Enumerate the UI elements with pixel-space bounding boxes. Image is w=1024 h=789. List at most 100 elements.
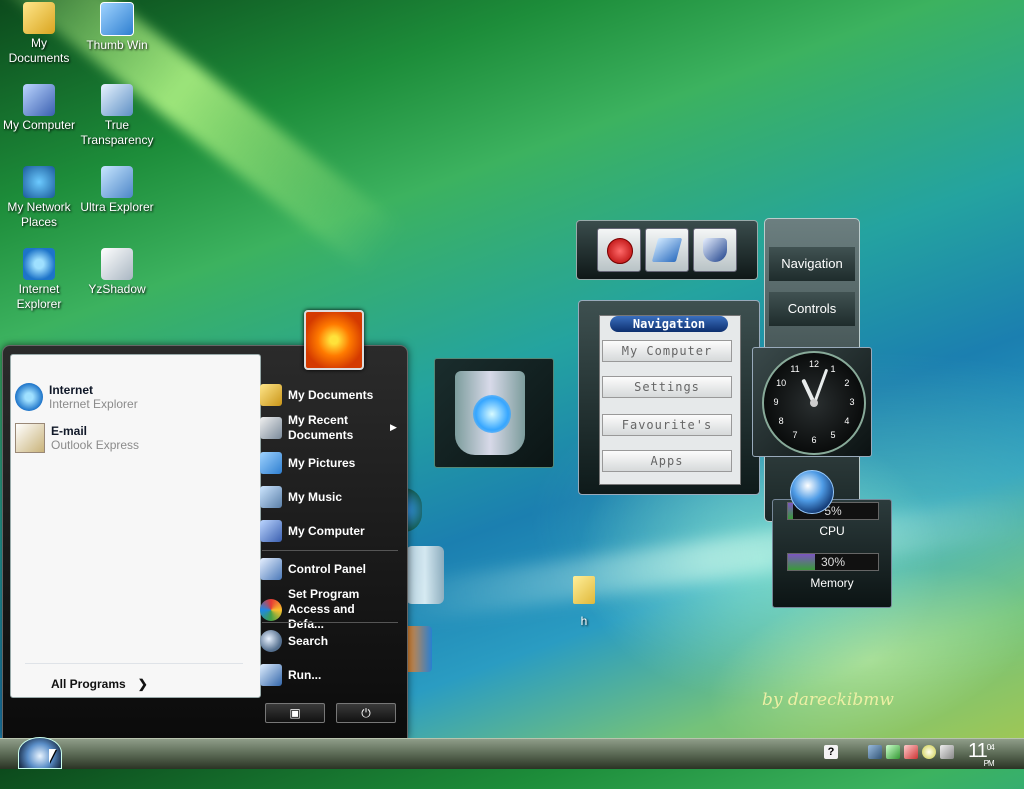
power-icon: ⏻ [361, 706, 371, 720]
taskbar-clock[interactable]: 1104PM [968, 740, 1004, 768]
network-tray-icon[interactable] [868, 745, 882, 759]
pinned-item-internet[interactable]: Internet Internet Explorer [15, 383, 138, 411]
menu-item-control-panel[interactable]: Control Panel [260, 558, 366, 580]
navigation-widget: Navigation My Computer Settings Favourit… [578, 300, 760, 495]
navigation-title: Navigation [610, 316, 728, 332]
menu-item-my-documents[interactable]: My Documents [260, 384, 373, 406]
nav-button-favourites[interactable]: Favourite's [602, 414, 732, 436]
recycle-bin-widget[interactable] [434, 358, 554, 468]
memory-meter: 30% [787, 553, 879, 571]
start-menu-separator [25, 663, 243, 664]
transparency-icon [101, 84, 133, 116]
clock-number: 2 [844, 378, 850, 388]
submenu-arrow-icon: ▶ [390, 422, 397, 432]
pinned-item-email[interactable]: E-mail Outlook Express [15, 423, 139, 453]
folder-icon [23, 2, 55, 34]
side-button-controls[interactable]: Controls [769, 292, 855, 326]
pinned-item-subtitle: Internet Explorer [49, 397, 138, 411]
desktop-icon-my-computer[interactable]: My Computer [0, 84, 78, 133]
power-button[interactable] [597, 228, 641, 272]
desktop-icon-true-transparency[interactable]: True Transparency [78, 84, 156, 148]
clock-dial: 12 1 2 3 4 5 6 7 8 9 10 11 [762, 351, 866, 455]
system-meter-widget: 5% CPU 30% Memory [772, 499, 892, 608]
start-menu-separator [262, 622, 398, 623]
clock-number: 6 [811, 435, 817, 445]
clock-number: 9 [773, 397, 779, 407]
pinned-item-title: E-mail [51, 424, 88, 438]
all-programs-label: All Programs [51, 677, 126, 691]
desktop-icon-my-documents[interactable]: My Documents [0, 2, 78, 66]
explorer-icon [101, 166, 133, 198]
desktop-icon-label: Internet Explorer [16, 282, 62, 311]
email-icon [15, 423, 45, 453]
start-menu-separator [262, 550, 398, 551]
security-tray-icon[interactable] [904, 745, 918, 759]
shutdown-button[interactable]: ⏻ [336, 703, 396, 723]
wallpaper-signature: by dareckibmw [762, 690, 894, 710]
clock-number: 11 [790, 364, 800, 375]
lock-icon: ▣ [289, 706, 301, 720]
menu-item-label: Control Panel [288, 561, 367, 576]
clock-minute: 04 [986, 743, 995, 752]
menu-item-search[interactable]: Search [260, 630, 328, 652]
network-globe-icon [23, 166, 55, 198]
pinned-item-subtitle: Outlook Express [51, 438, 140, 452]
desktop-folder-h[interactable]: h [566, 576, 602, 628]
messenger-tray-icon[interactable] [922, 745, 936, 759]
desktop-icon-my-network-places[interactable]: My Network Places [0, 166, 78, 230]
security-button[interactable] [693, 228, 737, 272]
run-icon [260, 664, 282, 686]
clock-number: 5 [830, 429, 836, 440]
volume-tray-icon[interactable] [940, 745, 954, 759]
desktop-icon-label: Ultra Explorer [80, 200, 154, 214]
start-menu-left-pane: Internet Internet Explorer E-mail Outloo… [10, 354, 261, 698]
clock-number: 3 [849, 397, 855, 407]
menu-item-my-pictures[interactable]: My Pictures [260, 452, 355, 474]
menu-item-label: Set Program Access and Defa... [288, 587, 360, 631]
desktop-icon-internet-explorer[interactable]: Internet Explorer [0, 248, 78, 312]
desktop-icon-thumb-win[interactable]: Thumb Win [78, 2, 156, 53]
user-picture[interactable] [304, 310, 364, 370]
clock-number: 10 [776, 378, 787, 388]
window-icon [651, 238, 683, 262]
menu-item-my-computer[interactable]: My Computer [260, 520, 365, 542]
desktop-icon-label: True Transparency [80, 118, 154, 147]
desktop-icon-label: Thumb Win [86, 38, 148, 52]
memory-value: 30% [820, 555, 846, 569]
desktop-icon-yzshadow[interactable]: YzShadow [78, 248, 156, 297]
nav-button-apps[interactable]: Apps [602, 450, 732, 472]
picture-icon [100, 2, 134, 36]
clock-widget[interactable]: 12 1 2 3 4 5 6 7 8 9 10 11 [752, 347, 872, 457]
clock-number: 4 [844, 416, 850, 426]
lock-button[interactable]: ▣ [265, 703, 325, 723]
desktop-icon-label: YzShadow [88, 282, 146, 296]
control-panel-icon [260, 558, 282, 580]
desktop-icon-ultra-explorer[interactable]: Ultra Explorer [78, 166, 156, 215]
windows-logo-icon [790, 470, 834, 514]
menu-item-my-recent-documents[interactable]: My Recent Documents [260, 413, 380, 443]
side-button-navigation[interactable]: Navigation [769, 247, 855, 281]
desktop-icon-label: My Network Places [7, 200, 71, 229]
recycle-symbol-icon [473, 395, 511, 433]
dock-recycle-bin-icon[interactable] [406, 546, 444, 604]
menu-item-label: Run... [288, 667, 322, 682]
menu-item-my-music[interactable]: My Music [260, 486, 342, 508]
shadow-app-icon [101, 248, 133, 280]
nav-button-settings[interactable]: Settings [602, 376, 732, 398]
computer-icon [23, 84, 55, 116]
menu-item-run[interactable]: Run... [260, 664, 321, 686]
search-icon [260, 630, 282, 652]
documents-folder-icon [260, 384, 282, 406]
nav-button-my-computer[interactable]: My Computer [602, 340, 732, 362]
all-programs-button[interactable]: All Programs ❯ [51, 677, 148, 691]
memory-label: Memory [810, 576, 854, 590]
arrow-right-icon: ❯ [137, 677, 148, 691]
window-button[interactable] [645, 228, 689, 272]
help-tray-icon[interactable]: ? [824, 745, 838, 759]
desktop-icon-label: My Documents [8, 36, 70, 65]
desktop-folder-label: h [580, 614, 588, 628]
dock-media-icon[interactable] [404, 626, 432, 672]
pinned-item-title: Internet [49, 383, 94, 397]
update-tray-icon[interactable] [886, 745, 900, 759]
menu-item-set-program-access[interactable]: Set Program Access and Defa... [260, 587, 390, 632]
